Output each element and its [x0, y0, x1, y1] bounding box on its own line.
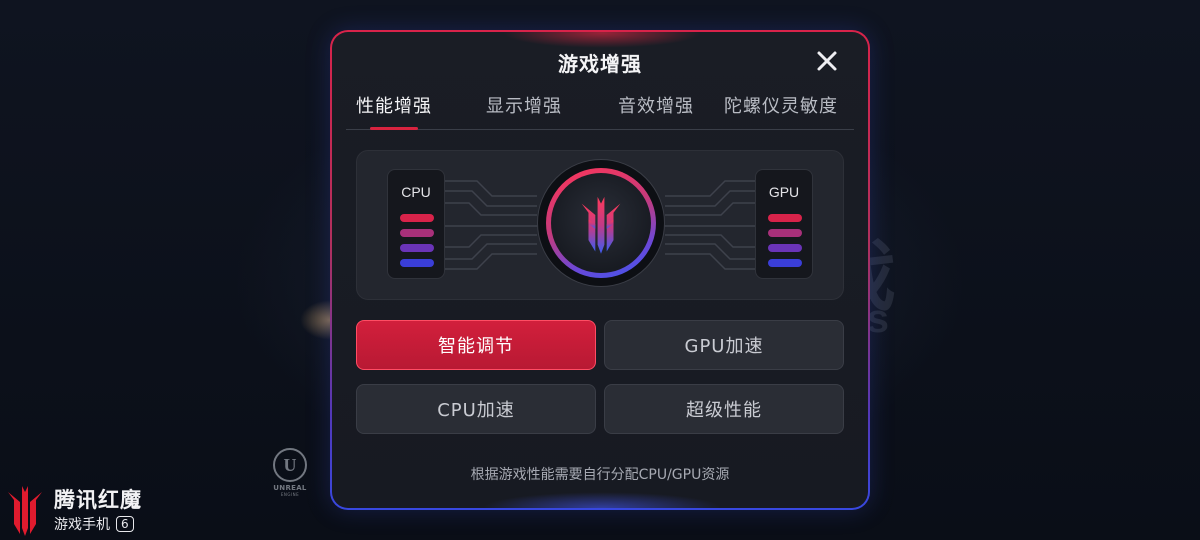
unreal-logo-word: UNREAL: [273, 484, 307, 492]
brand-subtitle: 游戏手机 6: [54, 514, 134, 534]
dialog-bottom-glow: [482, 492, 722, 508]
gpu-chip-label: GPU: [768, 184, 800, 200]
mode-hint-text: 根据游戏性能需要自行分配CPU/GPU资源: [470, 467, 730, 483]
mode-super-performance-button[interactable]: 超级性能: [604, 384, 844, 434]
gpu-level-bar: [768, 229, 802, 237]
close-icon: [817, 51, 837, 71]
tab-audio[interactable]: 音效增强: [606, 90, 706, 129]
tab-gyroscope[interactable]: 陀螺仪灵敏度: [706, 90, 856, 129]
tab-label: 陀螺仪灵敏度: [724, 96, 838, 117]
close-button[interactable]: [812, 46, 842, 76]
mode-smart-adjust-button[interactable]: 智能调节: [356, 320, 596, 370]
unreal-logo-icon: U: [273, 448, 307, 482]
cpu-chip: CPU: [387, 169, 445, 279]
game-screen-background: 戏 es U UNREAL ENGINE 腾讯红魔 游戏手机 6 游戏增强: [0, 0, 1200, 540]
center-emblem-core: [551, 173, 651, 273]
game-enhance-dialog: 游戏增强 性能增强 显示增强 音效增强 陀螺仪灵敏度 CPU GPU 智能调节 …: [330, 30, 870, 510]
active-tab-indicator: [370, 127, 418, 130]
tab-label: 性能增强: [356, 96, 432, 117]
performance-visual-panel: CPU GPU: [356, 150, 844, 300]
gpu-level-bar: [768, 214, 802, 222]
cpu-level-bar: [400, 259, 434, 267]
cpu-level-bar: [400, 229, 434, 237]
center-emblem-ring: [546, 168, 656, 278]
brand-title: 腾讯红魔: [54, 488, 142, 512]
mode-gpu-boost-button[interactable]: GPU加速: [604, 320, 844, 370]
gpu-level-bar: [768, 244, 802, 252]
unreal-logo-sub: ENGINE: [280, 492, 300, 497]
brand-watermark: 腾讯红魔 游戏手机 6: [4, 480, 174, 538]
red-magic-logo-icon: [8, 486, 42, 536]
tab-performance[interactable]: 性能增强: [346, 90, 442, 130]
dialog-title: 游戏增强: [558, 52, 642, 76]
dialog-top-glow: [502, 32, 702, 48]
unreal-engine-logo: U UNREAL ENGINE: [268, 448, 312, 497]
tab-bar: 性能增强 显示增强 音效增强 陀螺仪灵敏度: [346, 90, 854, 130]
cpu-chip-label: CPU: [401, 184, 431, 200]
gpu-level-bar: [768, 259, 802, 267]
dialog-body: 游戏增强 性能增强 显示增强 音效增强 陀螺仪灵敏度 CPU GPU 智能调节 …: [332, 32, 868, 508]
center-emblem: [537, 159, 665, 287]
gpu-chip: GPU: [755, 169, 813, 279]
red-magic-logo-icon: [581, 196, 621, 254]
brand-model-badge: 6: [116, 516, 134, 532]
brand-subtitle-text: 游戏手机: [54, 517, 110, 533]
cpu-level-bar: [400, 214, 434, 222]
mode-cpu-boost-button[interactable]: CPU加速: [356, 384, 596, 434]
tab-label: 音效增强: [618, 96, 694, 117]
tab-display[interactable]: 显示增强: [442, 90, 606, 129]
cpu-level-bar: [400, 244, 434, 252]
tab-label: 显示增强: [486, 96, 562, 117]
